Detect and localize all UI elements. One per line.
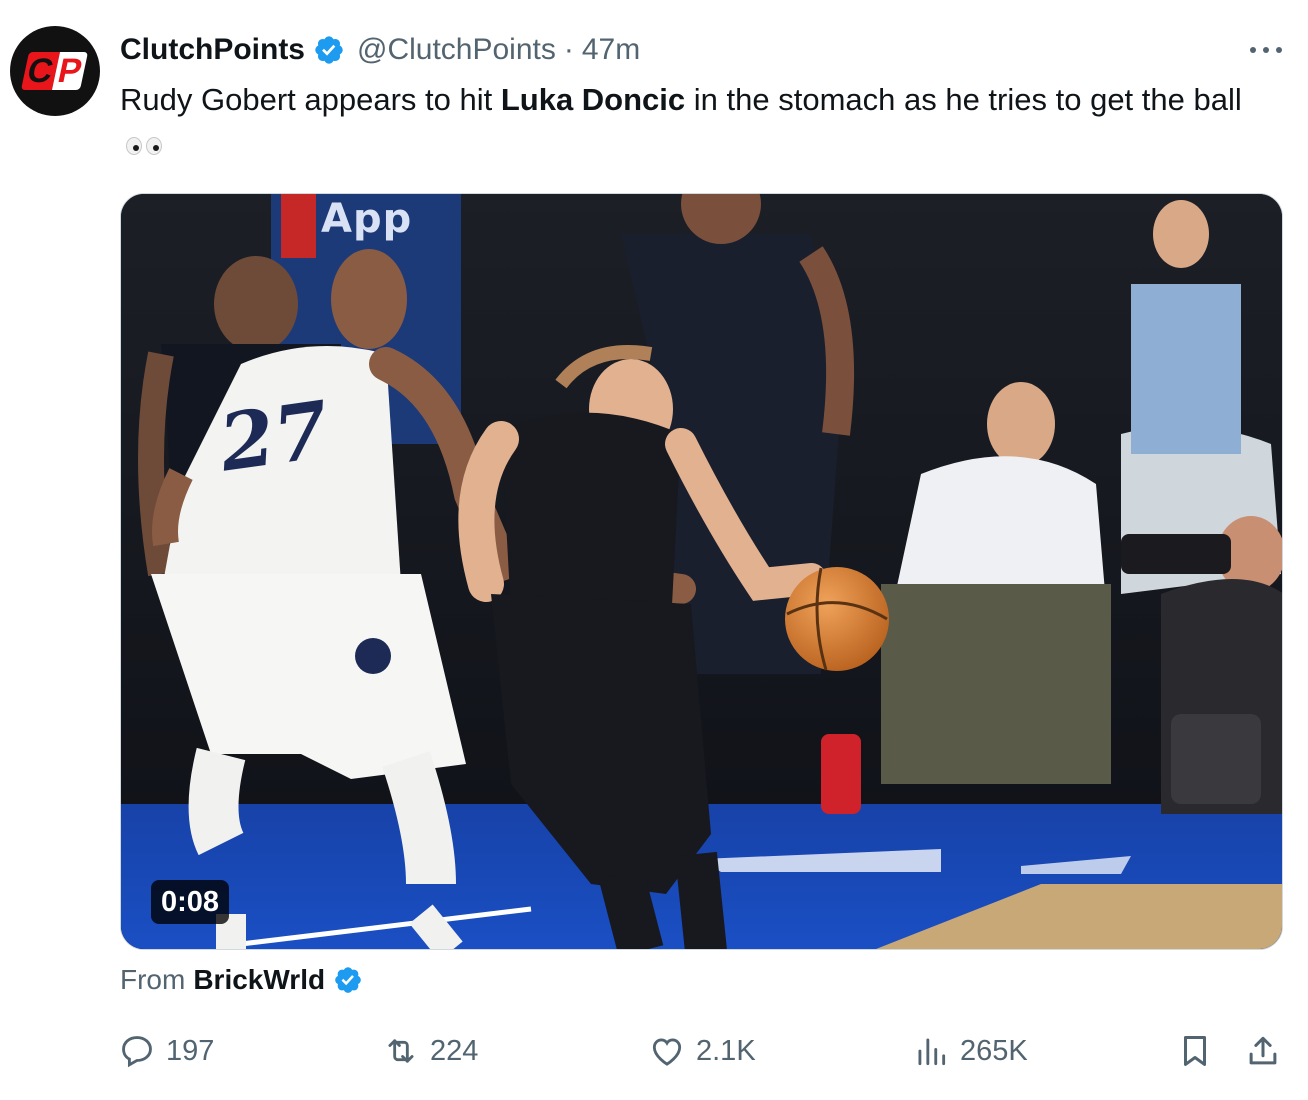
share-button[interactable] bbox=[1244, 1028, 1282, 1074]
arena-app-sign: App bbox=[321, 196, 413, 242]
tweet-actions: 197 224 2.1K 265K bbox=[118, 1028, 1288, 1074]
repost-count: 224 bbox=[430, 1034, 479, 1067]
like-button[interactable]: 2.1K bbox=[648, 1028, 756, 1074]
reply-count: 197 bbox=[166, 1034, 215, 1067]
nba-logo-icon bbox=[281, 194, 316, 258]
attribution-source[interactable]: BrickWrld bbox=[193, 964, 325, 996]
tweet-text-part: Rudy Gobert appears to hit bbox=[120, 82, 501, 117]
bookmark-icon bbox=[1183, 1036, 1207, 1066]
author-avatar[interactable]: CP bbox=[10, 26, 100, 116]
clutchpoints-logo: CP bbox=[21, 52, 89, 90]
tweet-text-part: in the stomach as he tries to get the ba… bbox=[685, 82, 1242, 117]
tweet-time[interactable]: 47m bbox=[582, 33, 640, 67]
tweet-text-bold: Luka Doncic bbox=[500, 82, 686, 117]
eyes-emoji-icon bbox=[126, 136, 162, 155]
verified-badge-icon bbox=[313, 34, 345, 66]
jersey-number: 27 bbox=[213, 384, 334, 489]
video-player[interactable]: 27 App 0:08 bbox=[120, 193, 1283, 950]
video-frame: 27 bbox=[121, 194, 1282, 949]
more-icon[interactable] bbox=[1246, 38, 1286, 62]
views-button[interactable]: 265K bbox=[912, 1028, 1028, 1074]
author-name[interactable]: ClutchPoints bbox=[120, 33, 305, 67]
author-handle[interactable]: @ClutchPoints bbox=[357, 33, 556, 67]
video-duration: 0:08 bbox=[151, 880, 230, 924]
share-icon bbox=[1249, 1036, 1277, 1065]
verified-badge-icon bbox=[333, 965, 363, 995]
bookmark-button[interactable] bbox=[1176, 1028, 1214, 1074]
repost-icon bbox=[388, 1039, 414, 1063]
tweet-header: ClutchPoints @ClutchPoints · 47m bbox=[120, 30, 1238, 70]
repost-button[interactable]: 224 bbox=[382, 1028, 478, 1074]
separator: · bbox=[563, 33, 574, 66]
attribution-prefix: From bbox=[120, 964, 186, 995]
views-count: 265K bbox=[960, 1034, 1028, 1067]
tweet-text: Rudy Gobert appears to hit Luka Doncic i… bbox=[120, 78, 1270, 166]
views-icon bbox=[918, 1038, 946, 1066]
like-icon bbox=[652, 1038, 682, 1066]
reply-button[interactable]: 197 bbox=[118, 1028, 214, 1074]
like-count: 2.1K bbox=[696, 1034, 756, 1067]
reply-icon bbox=[122, 1036, 152, 1068]
media-attribution: From BrickWrld bbox=[120, 960, 363, 1000]
